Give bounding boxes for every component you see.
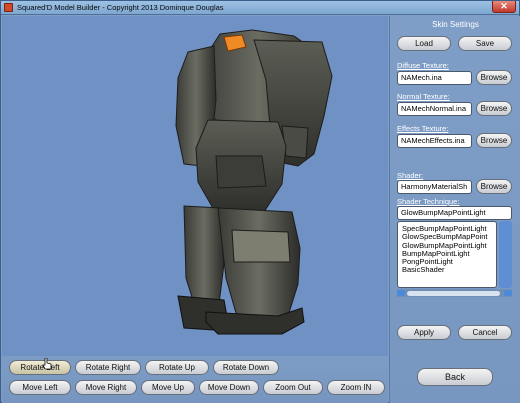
- diffuse-texture-label: Diffuse Texture:: [397, 61, 449, 70]
- scroll-track[interactable]: [407, 291, 500, 296]
- zoom-in-button[interactable]: Zoom IN: [327, 380, 385, 395]
- normal-browse-button[interactable]: Browse: [476, 101, 512, 116]
- app-icon: [4, 3, 13, 12]
- panel-title: Skin Settings: [432, 20, 479, 29]
- list-horizontal-scrollbar[interactable]: [397, 289, 512, 297]
- title-bar: Squared'D Model Builder - Copyright 2013…: [1, 1, 519, 15]
- move-up-button[interactable]: Move Up: [141, 380, 195, 395]
- shader-label: Shader:: [397, 171, 424, 180]
- apply-button[interactable]: Apply: [397, 325, 451, 340]
- save-button[interactable]: Save: [458, 36, 512, 51]
- move-right-button[interactable]: Move Right: [75, 380, 137, 395]
- hand-cursor-icon: [42, 358, 52, 370]
- cancel-button[interactable]: Cancel: [458, 325, 512, 340]
- rotate-right-button[interactable]: Rotate Right: [75, 360, 141, 375]
- normal-texture-field[interactable]: NAMechNormal.ina: [397, 102, 472, 116]
- mech-model: [175, 29, 333, 335]
- shader-browse-button[interactable]: Browse: [476, 179, 512, 194]
- app-window: Squared'D Model Builder - Copyright 2013…: [0, 0, 520, 403]
- effects-texture-label: Effects Texture:: [397, 124, 449, 133]
- shader-technique-list[interactable]: SpecBumpMapPointLight GlowSpecBumpMapPoi…: [397, 221, 497, 288]
- diffuse-browse-button[interactable]: Browse: [476, 70, 512, 85]
- camera-controls: Rotate Left Rotate Right Rotate Up Rotat…: [2, 356, 388, 403]
- close-icon[interactable]: ✕: [500, 1, 508, 11]
- window-title: Squared'D Model Builder - Copyright 2013…: [17, 3, 224, 12]
- close-button[interactable]: ✕: [492, 1, 516, 13]
- rotate-down-button[interactable]: Rotate Down: [213, 360, 279, 375]
- shader-field[interactable]: HarmonyMaterialSh: [397, 180, 472, 194]
- back-button[interactable]: Back: [417, 368, 493, 386]
- model-viewport[interactable]: [2, 16, 388, 356]
- scroll-right-arrow-icon[interactable]: [504, 290, 512, 296]
- list-vertical-scrollbar[interactable]: [499, 221, 512, 288]
- list-item[interactable]: BasicShader: [402, 266, 492, 275]
- scroll-left-arrow-icon[interactable]: [397, 290, 405, 296]
- move-left-button[interactable]: Move Left: [9, 380, 71, 395]
- rotate-left-button[interactable]: Rotate Left: [9, 360, 71, 375]
- skin-settings-panel: Skin Settings Load Save Diffuse Texture:…: [389, 16, 520, 403]
- diffuse-texture-field[interactable]: NAMech.ina: [397, 71, 472, 85]
- normal-texture-label: Normal Texture:: [397, 92, 450, 101]
- effects-browse-button[interactable]: Browse: [476, 133, 512, 148]
- zoom-out-button[interactable]: Zoom Out: [263, 380, 323, 395]
- effects-texture-field[interactable]: NAMechEffects.ina: [397, 134, 472, 148]
- shader-technique-label: Shader Technique:: [397, 197, 460, 206]
- rotate-up-button[interactable]: Rotate Up: [145, 360, 209, 375]
- move-down-button[interactable]: Move Down: [199, 380, 259, 395]
- shader-technique-field[interactable]: GlowBumpMapPointLight: [397, 206, 512, 220]
- load-button[interactable]: Load: [397, 36, 451, 51]
